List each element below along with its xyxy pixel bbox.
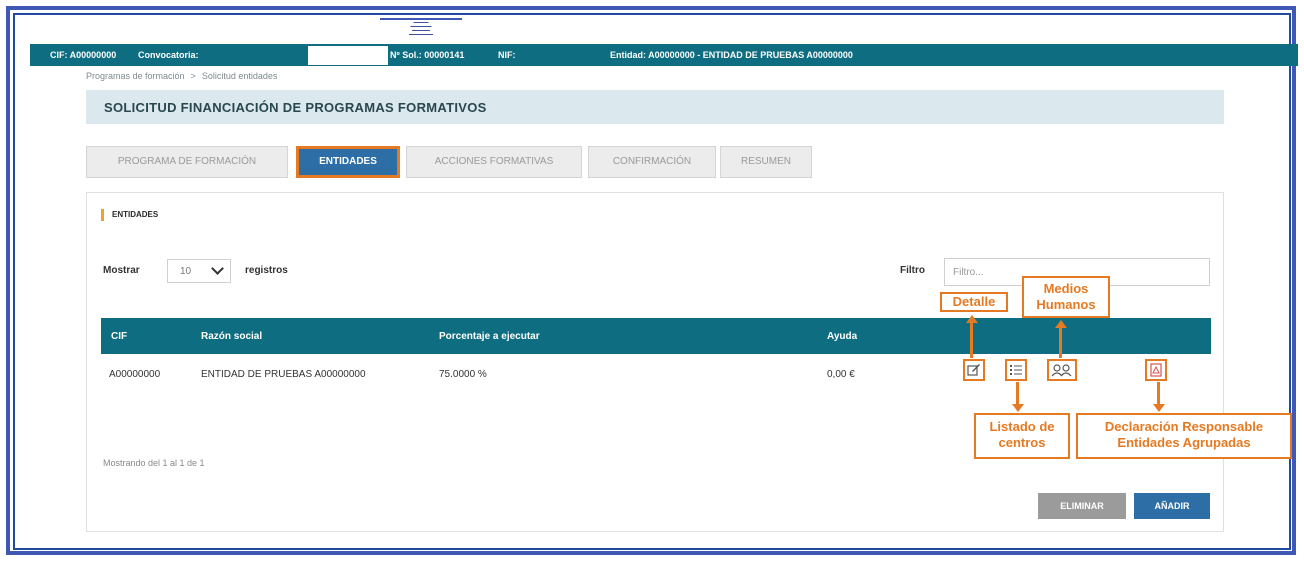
entidades-panel: ENTIDADES Mostrar 10 registros Filtro CI…	[86, 192, 1224, 532]
callout-declaracion-line1: Declaración Responsable	[1104, 419, 1264, 434]
arrow-line	[1157, 382, 1160, 406]
callout-medios-line1: Medios	[1043, 281, 1089, 296]
callout-medios-line2: Humanos	[1036, 297, 1096, 312]
convocatoria-label: Convocatoria:	[138, 50, 199, 60]
nif-info: NIF:	[498, 50, 516, 60]
cell-razon-social: ENTIDAD DE PRUEBAS A00000000	[201, 369, 366, 380]
section-title: ENTIDADES	[101, 209, 158, 221]
column-header-porcentaje[interactable]: Porcentaje a ejecutar	[439, 331, 540, 342]
registros-label: registros	[245, 265, 288, 276]
pdf-icon	[1150, 363, 1162, 377]
arrow-line	[970, 322, 973, 358]
breadcrumb-item-solicitud: Solicitud entidades	[201, 71, 278, 81]
nsol-info: Nº Sol.: 00000141	[390, 50, 465, 60]
callout-declaracion-responsable: Declaración Responsable Entidades Agrupa…	[1076, 413, 1292, 459]
cif-info: CIF: A00000000	[50, 50, 117, 60]
list-icon	[1010, 365, 1022, 375]
callout-listado-centros: Listado de centros	[974, 413, 1070, 459]
table-row: A00000000 ENTIDAD DE PRUEBAS A00000000 7…	[101, 354, 1211, 394]
callout-declaracion-line2: Entidades Agrupadas	[1117, 435, 1251, 450]
tab-acciones-formativas[interactable]: ACCIONES FORMATIVAS	[406, 146, 582, 178]
convocatoria-value-box	[308, 46, 388, 65]
column-header-ayuda[interactable]: Ayuda	[827, 331, 857, 342]
page-title: SOLICITUD FINANCIACIÓN DE PROGRAMAS FORM…	[104, 100, 487, 115]
tab-programa-formacion[interactable]: PROGRAMA DE FORMACIÓN	[86, 146, 288, 178]
cell-cif: A00000000	[109, 369, 161, 380]
entidad-info: Entidad: A00000000 - ENTIDAD DE PRUEBAS …	[610, 50, 853, 60]
breadcrumb-separator: >	[190, 71, 196, 81]
page-title-bar: SOLICITUD FINANCIACIÓN DE PROGRAMAS FORM…	[86, 90, 1224, 124]
column-header-razon-social[interactable]: Razón social	[201, 331, 262, 342]
tab-resumen[interactable]: RESUMEN	[720, 146, 812, 178]
filter-label: Filtro	[900, 265, 925, 276]
arrow-down-icon	[1012, 404, 1024, 412]
detalle-button[interactable]	[963, 359, 985, 381]
arrow-line	[1016, 382, 1019, 406]
page-length-select[interactable]: 10	[167, 259, 231, 283]
callout-listado-line1: Listado de	[989, 419, 1055, 434]
tab-confirmacion[interactable]: CONFIRMACIÓN	[588, 146, 716, 178]
top-info-bar: CIF: A00000000 Convocatoria: Nº Sol.: 00…	[30, 44, 1298, 66]
listado-centros-button[interactable]	[1005, 359, 1027, 381]
page-length-value: 10	[180, 266, 192, 277]
cell-ayuda: 0,00 €	[827, 369, 855, 380]
callout-medios-humanos: Medios Humanos	[1022, 276, 1110, 318]
arrow-down-icon	[1153, 404, 1165, 412]
table-header: CIF Razón social Porcentaje a ejecutar A…	[101, 318, 1211, 354]
breadcrumb-item-programas[interactable]: Programas de formación	[86, 71, 185, 81]
callout-listado-line2: centros	[998, 435, 1046, 450]
breadcrumb: Programas de formación > Solicitud entidad…	[86, 71, 277, 81]
column-header-cif[interactable]: CIF	[111, 331, 127, 342]
declaracion-responsable-button[interactable]	[1145, 359, 1167, 381]
arrow-line	[1059, 327, 1062, 358]
table-info: Mostrando del 1 al 1 de 1	[103, 458, 205, 468]
medios-humanos-button[interactable]	[1047, 359, 1077, 381]
logo: ▬▬▬▬▬ ▬▬▬▬▬▬▬ ▬▬▬▬▬▬ ▬▬▬▬▬▬▬▬	[380, 18, 462, 44]
callout-detalle: Detalle	[940, 292, 1008, 312]
callout-detalle-text: Detalle	[952, 294, 996, 309]
edit-icon	[967, 364, 980, 376]
anadir-button[interactable]: AÑADIR	[1134, 493, 1210, 519]
cell-porcentaje: 75.0000 %	[439, 369, 487, 380]
chevron-down-icon	[211, 262, 224, 275]
tab-entidades[interactable]: ENTIDADES	[296, 146, 400, 178]
users-icon	[1051, 364, 1072, 377]
eliminar-button[interactable]: ELIMINAR	[1038, 493, 1126, 519]
mostrar-label: Mostrar	[103, 265, 140, 276]
